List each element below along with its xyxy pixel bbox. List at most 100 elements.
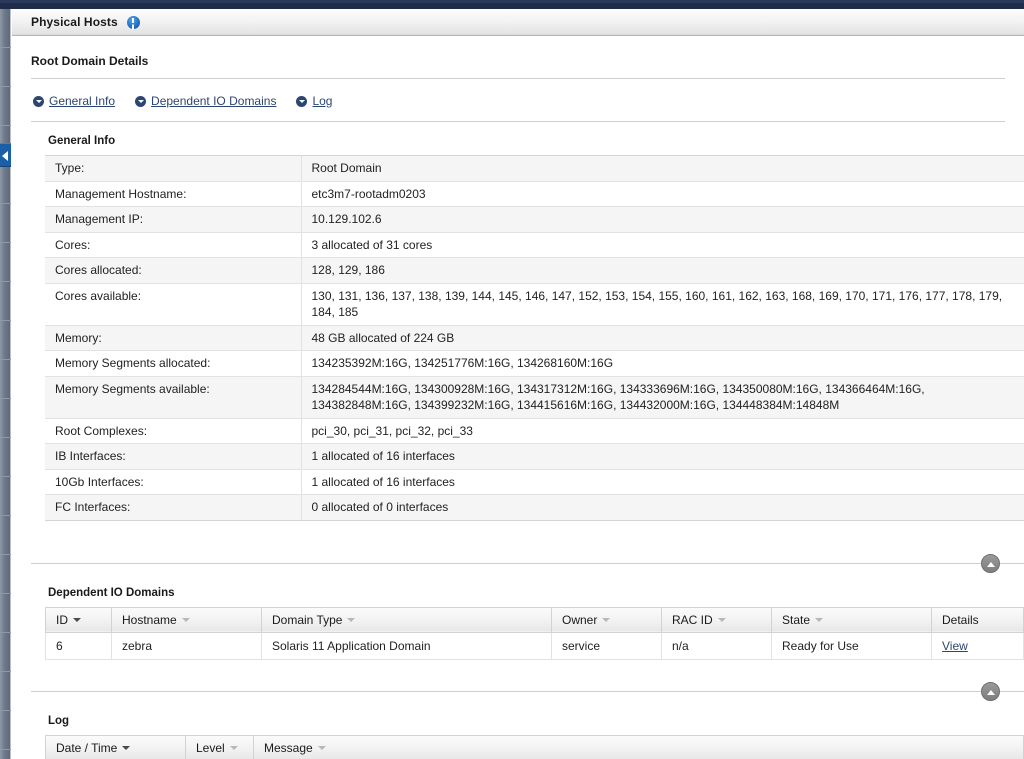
column-header-label: Details: [942, 612, 979, 627]
column-header-label: Level: [196, 740, 225, 755]
rail-segment: [0, 516, 11, 555]
collapsed-sidebar-rail[interactable]: [0, 9, 11, 759]
collapse-dependent-io-domains-button[interactable]: [981, 681, 1000, 701]
sort-caret-icon[interactable]: [181, 618, 190, 623]
log-table: Date / TimeLevelMessage 2016-06-07 20:33…: [45, 734, 1024, 759]
info-value: 1 allocated of 16 interfaces: [301, 469, 1024, 495]
info-value: 0 allocated of 0 interfaces: [301, 494, 1024, 521]
page-header-bar: Physical Hosts: [12, 9, 1024, 36]
top-bar: [0, 0, 1024, 9]
info-value: 130, 131, 136, 137, 138, 139, 144, 145, …: [301, 283, 1024, 326]
rail-segment: [0, 555, 11, 594]
dependent-io-domains-table: ID Hostname Domain Type Owner RAC ID State Det…: [45, 606, 1024, 660]
domain-details-cell: View: [931, 632, 1024, 660]
rail-segment: [0, 87, 11, 126]
column-header-domain-type[interactable]: Domain Type: [261, 606, 552, 633]
info-value: 1 allocated of 16 interfaces: [301, 443, 1024, 470]
column-header-id[interactable]: ID: [45, 606, 112, 633]
anchor-link-dependent-io-domains[interactable]: Dependent IO Domains: [135, 94, 276, 108]
sort-caret-icon[interactable]: [229, 746, 238, 751]
column-header-date-time[interactable]: Date / Time: [45, 734, 186, 759]
rail-segment: [0, 204, 11, 243]
info-key: FC Interfaces:: [45, 494, 302, 521]
sort-caret-icon[interactable]: [122, 746, 131, 751]
column-header-hostname[interactable]: Hostname: [111, 606, 262, 633]
column-header-level[interactable]: Level: [185, 734, 254, 759]
info-key: Cores allocated:: [45, 257, 302, 284]
table-row: Memory Segments allocated: 134235392M:16G…: [45, 350, 1024, 377]
chevron-down-circle-icon: [296, 95, 308, 107]
sort-caret-icon[interactable]: [347, 618, 356, 623]
chevron-down-circle-icon: [33, 95, 44, 107]
collapse-general-info-button[interactable]: [981, 553, 1000, 573]
column-header-label: Owner: [562, 612, 598, 627]
column-header-message[interactable]: Message: [253, 734, 1024, 759]
info-key: Type:: [45, 155, 302, 182]
info-value: 128, 129, 186: [301, 257, 1024, 284]
info-value: etc3m7-rootadm0203: [301, 181, 1024, 207]
table-row[interactable]: 6 zebra Solaris 11 Application Domain servi…: [45, 632, 1024, 660]
info-key: Management Hostname:: [45, 181, 302, 207]
general-info-table: Type: Root Domain Management Hostname: etc3…: [45, 155, 1024, 521]
table-row: IB Interfaces: 1 allocated of 16 interfac…: [45, 443, 1024, 470]
rail-segment: [0, 594, 11, 633]
anchor-link-log[interactable]: Log: [296, 94, 332, 108]
table-row: Type: Root Domain: [45, 155, 1024, 182]
rail-segment: [0, 438, 11, 477]
domain-rac-id: n/a: [661, 632, 772, 660]
info-icon[interactable]: [126, 15, 140, 29]
anchorbar-divider: [31, 121, 1005, 122]
column-header-label: Hostname: [122, 612, 177, 627]
info-key: Memory Segments allocated:: [45, 350, 302, 377]
table-header-row: Date / Time Level Message: [45, 734, 1024, 759]
page-title: Root Domain Details: [31, 54, 149, 68]
general-info-heading: General Info: [48, 135, 116, 147]
rail-segment: [0, 750, 11, 759]
view-details-link[interactable]: View: [942, 639, 968, 653]
info-key: Memory:: [45, 325, 302, 351]
rail-segment: [0, 360, 11, 399]
table-row: Memory Segments available: 134284544M:16G…: [45, 376, 1024, 419]
top-bar-highlight: [0, 0, 1024, 3]
table-row: Management Hostname: etc3m7-rootadm0203: [45, 181, 1024, 207]
domain-id: 6: [45, 632, 112, 660]
domain-hostname: zebra: [111, 632, 262, 660]
log-heading: Log: [48, 714, 70, 727]
section-divider: [31, 562, 1024, 564]
table-row: Cores allocated: 128, 129, 186: [45, 257, 1024, 284]
info-value: 3 allocated of 31 cores: [301, 232, 1024, 258]
info-value: 48 GB allocated of 224 GB: [301, 325, 1024, 351]
sidebar-collapse-handle[interactable]: [0, 143, 11, 167]
collapse-left-arrow-icon: [2, 151, 8, 161]
column-header-state[interactable]: State: [771, 606, 932, 633]
dependent-io-domains-collapse-row: [31, 681, 1024, 702]
sort-caret-icon[interactable]: [815, 618, 824, 623]
title-divider: [31, 78, 1005, 79]
anchor-link-general-info[interactable]: General Info: [33, 94, 115, 108]
info-key: Cores:: [45, 232, 302, 258]
column-header-owner[interactable]: Owner: [551, 606, 662, 633]
column-header-label: Domain Type: [272, 612, 343, 627]
sort-caret-icon[interactable]: [73, 618, 81, 623]
rail-segment: [0, 282, 11, 321]
info-key: Cores available:: [45, 283, 302, 326]
info-value: 134235392M:16G, 134251776M:16G, 13426816…: [301, 350, 1024, 377]
column-header-label: Date / Time: [56, 740, 118, 755]
table-row: Root Complexes: pci_30, pci_31, pci_32, p…: [45, 418, 1024, 444]
column-header-details[interactable]: Details: [931, 606, 1024, 633]
info-key: Memory Segments available:: [45, 376, 302, 419]
general-info-collapse-row: [31, 553, 1024, 574]
sort-caret-icon[interactable]: [317, 746, 326, 751]
info-key: Management IP:: [45, 206, 302, 233]
anchor-label: Dependent IO Domains: [151, 94, 277, 108]
sort-caret-icon[interactable]: [602, 618, 611, 623]
section-divider: [31, 690, 1024, 692]
sort-caret-icon[interactable]: [717, 618, 726, 623]
domain-state: Ready for Use: [771, 632, 932, 660]
header-tab-label[interactable]: Physical Hosts: [31, 15, 118, 29]
rail-segment: [0, 672, 11, 711]
main-content: Root Domain Details General Info Depende…: [12, 37, 1024, 759]
table-row: FC Interfaces: 0 allocated of 0 interface…: [45, 494, 1024, 521]
column-header-rac-id[interactable]: RAC ID: [661, 606, 772, 633]
chevron-down-circle-icon: [135, 95, 147, 107]
